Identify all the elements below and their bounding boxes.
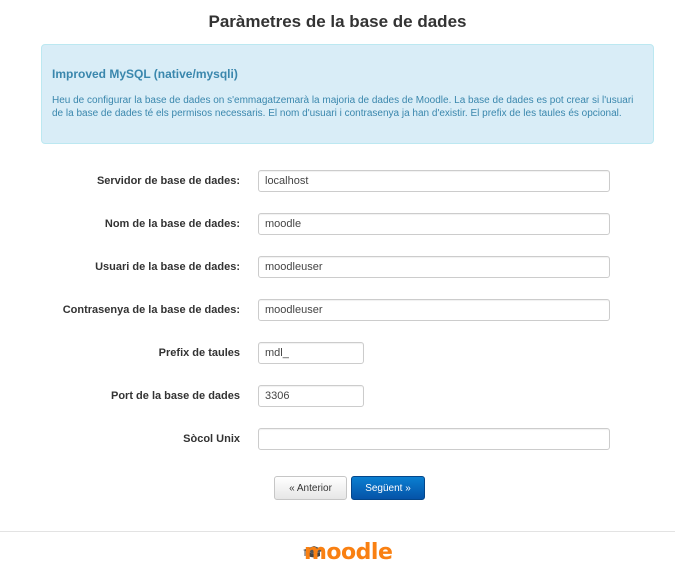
dbpass-row: Contrasenya de la base de dades:	[0, 299, 675, 323]
prefix-input[interactable]	[258, 342, 364, 364]
logo-text: moodle	[304, 540, 393, 565]
port-label: Port de la base de dades	[111, 390, 240, 402]
install-page: Paràmetres de la base de dades Improved …	[0, 0, 675, 578]
footer-divider	[0, 531, 675, 532]
prefix-row: Prefix de taules	[0, 342, 675, 366]
server-row: Servidor de base de dades:	[0, 170, 675, 194]
dbpass-label: Contrasenya de la base de dades:	[62, 304, 240, 316]
page-title: Paràmetres de la base de dades	[208, 12, 467, 31]
info-box: Improved MySQL (native/mysqli) Heu de co…	[41, 44, 654, 144]
dbuser-input[interactable]	[258, 256, 610, 278]
socket-label: Sòcol Unix	[183, 433, 240, 445]
dbuser-label: Usuari de la base de dades:	[95, 261, 240, 273]
dbname-row: Nom de la base de dades:	[0, 213, 675, 237]
previous-button[interactable]: « Anterior	[274, 476, 347, 500]
moodle-logo[interactable]: moodle	[300, 540, 395, 570]
dbuser-row: Usuari de la base de dades:	[0, 256, 675, 280]
next-button[interactable]: Següent »	[351, 476, 425, 500]
port-row: Port de la base de dades	[0, 385, 675, 409]
socket-row: Sòcol Unix	[0, 428, 675, 452]
server-input[interactable]	[258, 170, 610, 192]
info-heading: Improved MySQL (native/mysqli)	[52, 67, 238, 81]
server-label: Servidor de base de dades:	[96, 175, 240, 187]
info-text: Heu de configurar la base de dades on s'…	[52, 95, 634, 119]
dbname-label: Nom de la base de dades:	[104, 218, 240, 230]
socket-input[interactable]	[258, 428, 610, 450]
port-input[interactable]	[258, 385, 364, 407]
dbname-input[interactable]	[258, 213, 610, 235]
prefix-label: Prefix de taules	[158, 347, 240, 359]
dbpass-input[interactable]	[258, 299, 610, 321]
